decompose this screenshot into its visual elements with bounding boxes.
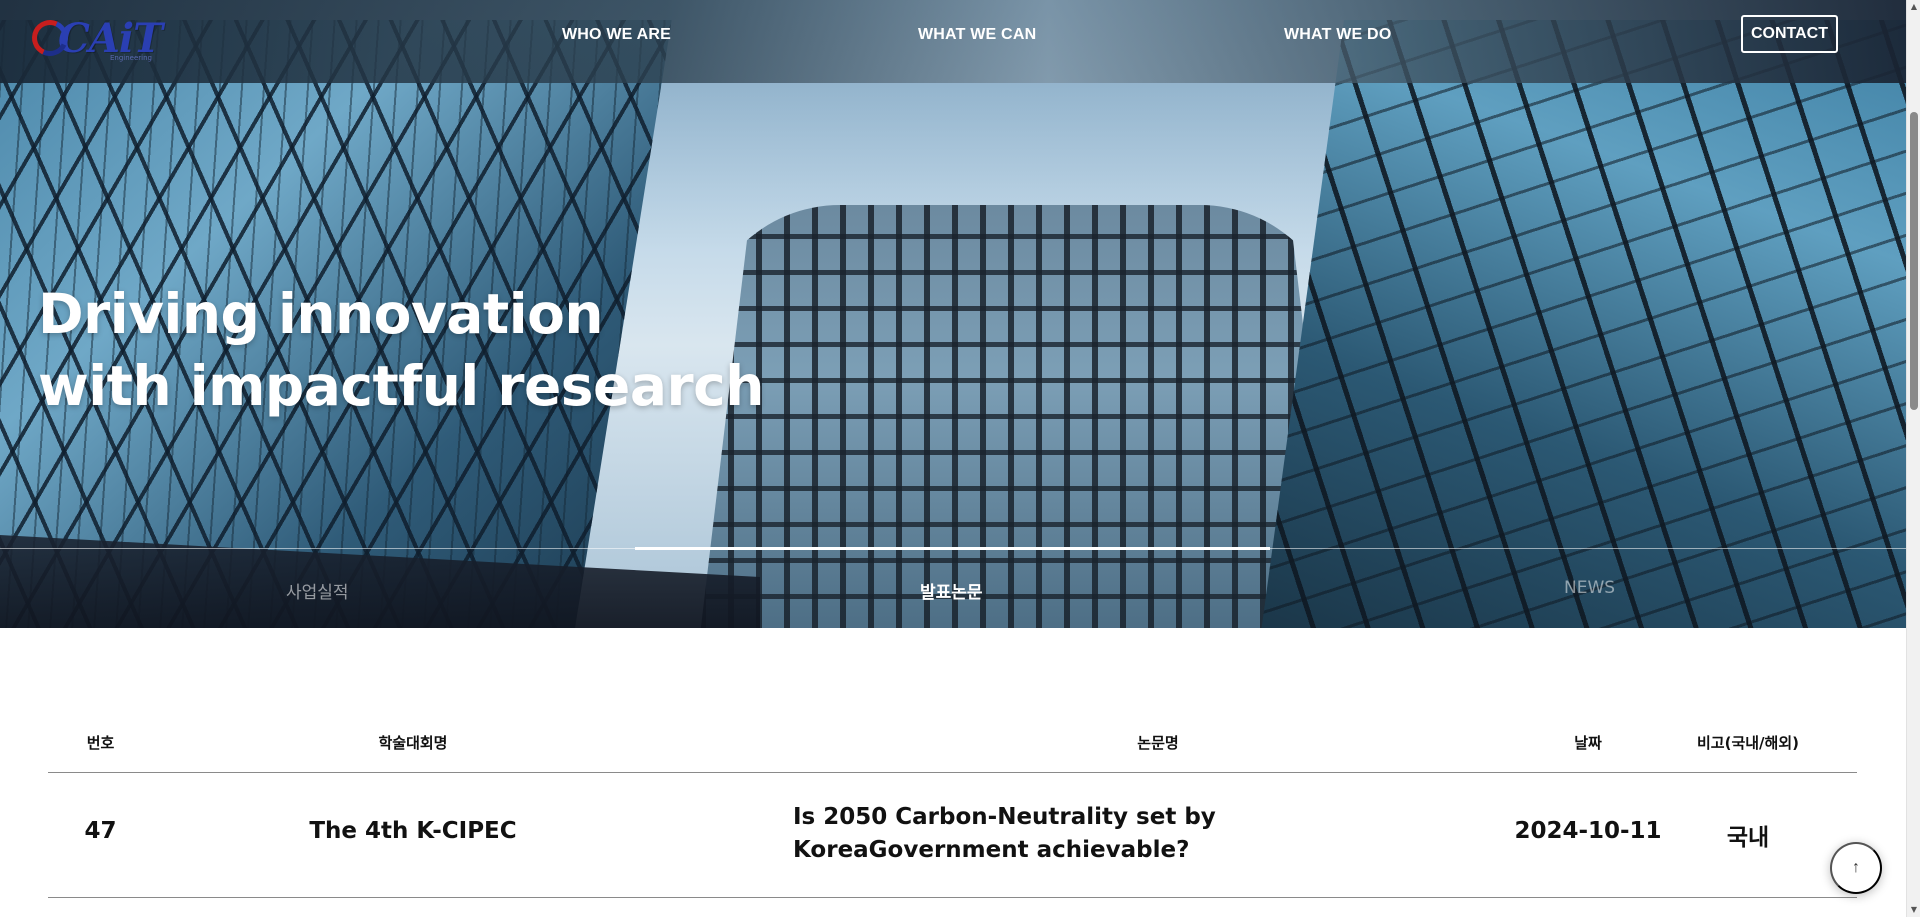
- header-conference: 학술대회명: [378, 734, 448, 752]
- table-header: 번호 학술대회명 논문명 날짜 비고(국내/해외): [48, 720, 1857, 773]
- header-paper-title: 논문명: [1137, 734, 1179, 752]
- hero-banner: Driving innovation with impactful resear…: [0, 0, 1906, 628]
- tab-active-indicator: [635, 547, 1270, 550]
- nav-who-we-are[interactable]: WHO WE ARE: [562, 26, 671, 44]
- scroll-to-top-button[interactable]: ↑: [1830, 842, 1882, 894]
- tab-published-papers[interactable]: 발표논문: [920, 578, 983, 603]
- hero-headline-line1: Driving innovation: [38, 282, 604, 346]
- vertical-scrollbar[interactable]: ▲ ▼: [1906, 0, 1920, 917]
- cell-note: 국내: [1726, 825, 1770, 851]
- scrollbar-thumb[interactable]: [1910, 112, 1918, 410]
- tab-business-records[interactable]: 사업실적: [286, 578, 349, 603]
- logo-subtitle: Engineering: [110, 54, 152, 62]
- hero-headline-line2: with impactful research: [38, 354, 764, 418]
- cell-number: 47: [84, 818, 117, 844]
- hero-headline: Driving innovation with impactful resear…: [38, 278, 764, 422]
- scroll-down-arrow-icon[interactable]: ▼: [1907, 903, 1920, 917]
- nav-what-we-can[interactable]: WHAT WE CAN: [918, 26, 1036, 44]
- contact-button[interactable]: CONTACT: [1741, 15, 1838, 53]
- page: Driving innovation with impactful resear…: [0, 0, 1920, 917]
- tab-news[interactable]: NEWS: [1564, 578, 1615, 598]
- nav-what-we-do[interactable]: WHAT WE DO: [1284, 26, 1391, 44]
- hero-building-right-image: [1260, 20, 1906, 628]
- header-note: 비고(국내/해외): [1697, 734, 1799, 752]
- scroll-up-arrow-icon[interactable]: ▲: [1907, 0, 1920, 14]
- header-number: 번호: [86, 734, 115, 752]
- arrow-up-icon: ↑: [1852, 859, 1860, 876]
- top-navigation: CAiT Engineering WHO WE ARE WHAT WE CAN …: [0, 0, 1906, 83]
- cell-paper-title[interactable]: Is 2050 Carbon-Neutrality set by KoreaGo…: [793, 801, 1433, 867]
- table-row[interactable]: 47 The 4th K-CIPEC Is 2050 Carbon-Neutra…: [48, 773, 1857, 898]
- site-logo[interactable]: CAiT Engineering: [26, 10, 163, 66]
- hero-building-center-image: [700, 205, 1340, 628]
- papers-table: 번호 학술대회명 논문명 날짜 비고(국내/해외) 47 The 4th K-C…: [48, 720, 1857, 898]
- cell-conference: The 4th K-CIPEC: [309, 818, 517, 844]
